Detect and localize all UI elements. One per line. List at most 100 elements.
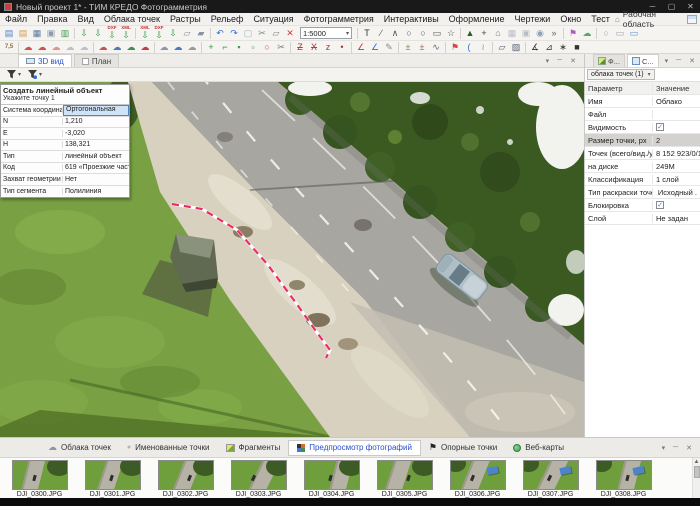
cloud-red2-icon[interactable]: ☁ (35, 41, 49, 54)
thumbnail-image[interactable] (523, 460, 579, 490)
text-tool-icon[interactable]: T (360, 27, 374, 40)
checkbox-checked-icon[interactable]: ✓ (656, 201, 664, 209)
select-window-icon[interactable]: ▱ (495, 41, 509, 54)
property-row[interactable]: Блокировка✓ (585, 199, 700, 212)
menu-11[interactable]: Чертежи (510, 14, 556, 24)
z-strike-icon[interactable]: Z (293, 41, 307, 54)
plusminus2-icon[interactable]: ± (415, 41, 429, 54)
property-value[interactable]: Облако (653, 97, 700, 106)
property-row[interactable]: Точек (всего/вид./уд..8 152 923/0/113 (585, 147, 700, 160)
cloud-save-icon[interactable]: ☁ (580, 27, 594, 40)
property-value[interactable]: 8 152 923/0/113 (653, 149, 700, 158)
menu-6[interactable]: Рельеф (206, 14, 249, 24)
photo-thumbnail[interactable]: DJI_0308.JPG (587, 460, 660, 498)
cloud-delete-icon[interactable]: ☁ (138, 41, 152, 54)
photo-thumbnail[interactable]: DJI_0302.JPG (149, 460, 222, 498)
property-row[interactable]: Классификация1 слой (585, 173, 700, 186)
pane-minimize-icon[interactable]: ─ (553, 57, 566, 64)
ghost-icon[interactable]: ≀ (476, 41, 490, 54)
checkbox-checked-icon[interactable]: ✓ (656, 123, 664, 131)
snap-point-icon[interactable]: + (204, 41, 218, 54)
ellipse-tool-icon[interactable]: ○ (402, 27, 416, 40)
line-tool-icon[interactable]: ∕ (374, 27, 388, 40)
new-project-icon[interactable]: ▤ (2, 27, 16, 40)
menu-8[interactable]: Фотограмметрия (299, 14, 379, 24)
cloud-white-icon[interactable]: ☁ (63, 41, 77, 54)
filter-caret-icon[interactable]: ▾ (18, 71, 21, 78)
panel-menu-icon[interactable]: ▾ (661, 57, 673, 65)
panel-close-icon[interactable]: ✕ (685, 57, 699, 65)
property-row[interactable]: Видимость✓ (585, 121, 700, 134)
clipboard-icon[interactable]: ▱ (269, 27, 283, 40)
object-selector-dropdown[interactable]: облака точек (1) ▾ (587, 69, 655, 80)
undo-icon[interactable]: ↶ (213, 27, 227, 40)
property-value[interactable]: 2 (653, 136, 700, 145)
panel-minimize-icon[interactable]: ─ (672, 57, 685, 64)
cloud-pink-icon[interactable]: ☁ (49, 41, 63, 54)
paste-doc-icon[interactable]: ▰ (194, 27, 208, 40)
thumbnail-image[interactable] (596, 460, 652, 490)
view-tab-plan[interactable]: План (74, 54, 119, 67)
property-row[interactable]: на диске249М (585, 160, 700, 173)
import-one-icon[interactable]: ⇩ (166, 27, 180, 40)
rect-tool-icon[interactable]: ▭ (430, 27, 444, 40)
filter-point-caret-icon[interactable]: ▾ (39, 71, 42, 78)
measure-tri-icon[interactable]: ⊿ (542, 41, 556, 54)
menu-9[interactable]: Интерактивы (379, 14, 444, 24)
overflow-chevron[interactable]: » (547, 27, 561, 40)
open-project-icon[interactable]: ▤ (16, 27, 30, 40)
property-row[interactable]: Тип раскраски точекИсходный . (585, 186, 700, 199)
measure-angle-icon[interactable]: ∡ (528, 41, 542, 54)
thumbnail-image[interactable] (12, 460, 68, 490)
snap-box-icon[interactable]: ▪ (232, 41, 246, 54)
photo-thumbnail[interactable]: DJI_0307.JPG (514, 460, 587, 498)
delete-icon[interactable]: ✕ (283, 27, 297, 40)
pin-red-icon[interactable]: ⚑ (448, 41, 462, 54)
grid-pale-icon[interactable]: ▦ (505, 27, 519, 40)
redo-icon[interactable]: ↷ (227, 27, 241, 40)
photo-thumbnail[interactable]: DJI_0306.JPG (441, 460, 514, 498)
property-value[interactable]: Не задан (653, 214, 700, 223)
edit-icon[interactable]: ✎ (382, 41, 396, 54)
thumbnail-image[interactable] (304, 460, 360, 490)
menu-4[interactable]: Облака точек (99, 14, 165, 24)
scissors-icon[interactable]: ✂ (274, 41, 288, 54)
comment-icon[interactable]: ○ (599, 27, 613, 40)
pane-menu-icon[interactable]: ▾ (542, 57, 554, 65)
window-icon[interactable]: ▭ (613, 27, 627, 40)
blank-sheet-icon[interactable]: ▢ (241, 27, 255, 40)
property-value[interactable]: 1 слой (653, 175, 700, 184)
dot-red-icon[interactable]: • (335, 41, 349, 54)
cloud-import-icon[interactable]: ☁ (96, 41, 110, 54)
select-cross-icon[interactable]: ▨ (509, 41, 523, 54)
property-value[interactable]: Исходный . (653, 188, 700, 197)
property-row[interactable]: СлойНе задан (585, 212, 700, 225)
circle-tool-icon[interactable]: ○ (416, 27, 430, 40)
cloud-blue-icon[interactable]: ☁ (110, 41, 124, 54)
tooltip-param-value[interactable]: Ортогональная (63, 105, 129, 116)
cloud-tree-icon[interactable]: ☁ (124, 41, 138, 54)
thumbnail-image[interactable] (377, 460, 433, 490)
save-icon[interactable]: ▦ (30, 27, 44, 40)
filter-icon[interactable] (7, 70, 16, 79)
menu-5[interactable]: Растры (165, 14, 206, 24)
menu-3[interactable]: Вид (73, 14, 99, 24)
box-pale-icon[interactable]: ▣ (519, 27, 533, 40)
bottom-close-icon[interactable]: ✕ (682, 444, 696, 452)
thumbnail-image[interactable] (158, 460, 214, 490)
circle-red-icon[interactable]: ○ (260, 41, 274, 54)
stamp-icon[interactable]: ◉ (533, 27, 547, 40)
profile-red-icon[interactable]: ∠ (354, 41, 368, 54)
menu-7[interactable]: Ситуация (248, 14, 298, 24)
export-xml-icon[interactable]: XML⇩ (138, 27, 152, 40)
polygon-tool-icon[interactable]: ☆ (444, 27, 458, 40)
bottom-tab-3[interactable]: Фрагменты (218, 440, 289, 456)
cloud-red-icon[interactable]: ☁ (21, 41, 35, 54)
bottom-tab-2[interactable]: ●Именованные точки (119, 440, 218, 456)
menu-12[interactable]: Окно (555, 14, 586, 24)
save-all-icon[interactable]: ▣ (44, 27, 58, 40)
import-alt-icon[interactable]: ⇩ (91, 27, 105, 40)
tab-fragments[interactable]: Ф... (593, 54, 625, 67)
snap-square-icon[interactable]: ▫ (246, 41, 260, 54)
cut-icon[interactable]: ✂ (255, 27, 269, 40)
